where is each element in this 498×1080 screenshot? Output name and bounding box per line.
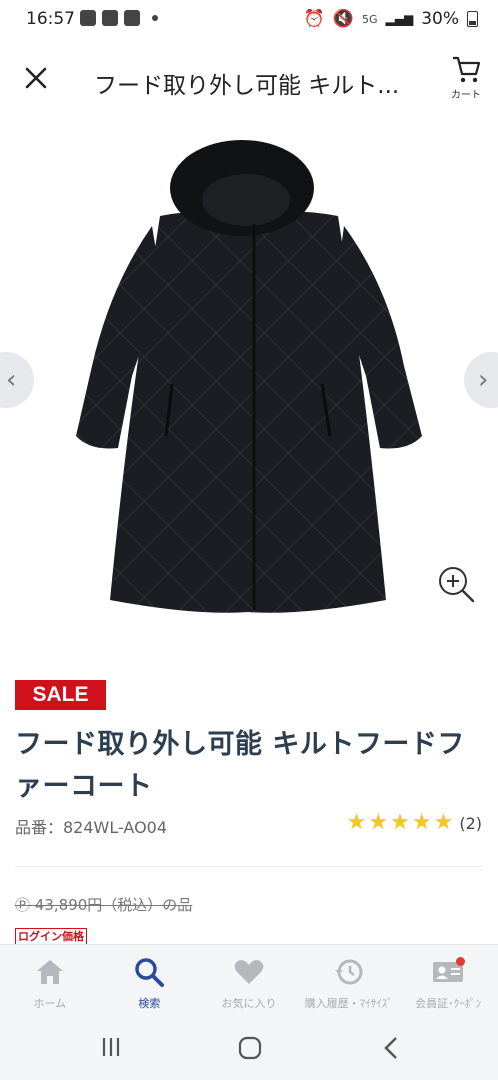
heart-icon [234, 960, 264, 984]
sale-badge: SALE [15, 680, 106, 710]
tab-label: 会員証･ｸｰﾎﾟﾝ [415, 997, 482, 1010]
cart-icon [453, 56, 481, 83]
tab-label: お気に入り [221, 997, 277, 1010]
cart-label: カート [451, 90, 481, 101]
mute-icon: 🔇 [332, 9, 354, 29]
recent-apps-icon [102, 1038, 120, 1056]
network-type: 5G [361, 12, 378, 26]
tab-favorites[interactable]: お気に入り [199, 945, 299, 1021]
alarm-icon: ⏰ [303, 9, 325, 29]
gu-app-icon [124, 10, 140, 26]
tab-member-card[interactable]: 会員証･ｸｰﾎﾟﾝ [398, 945, 498, 1021]
battery-percent: 30% [421, 9, 459, 29]
notification-icons [80, 10, 158, 26]
product-code: 品番：824WL-AO04 [15, 818, 168, 837]
star-icon: ★ [368, 810, 389, 835]
product-image-carousel[interactable]: ‹ › [0, 116, 498, 646]
star-icon: ★ [433, 810, 454, 835]
search-icon [135, 958, 165, 987]
tiktok-icon [102, 10, 118, 26]
tab-home[interactable]: ホーム [0, 945, 100, 1021]
close-button[interactable] [18, 60, 54, 96]
recent-apps-button[interactable] [100, 1036, 122, 1064]
review-rating[interactable]: ★ ★ ★ ★ ★ (2) [347, 810, 482, 836]
signal-icon: ▂▄▆ [385, 12, 414, 26]
system-nav-bar [0, 1020, 498, 1080]
star-icon: ★ [346, 810, 367, 835]
product-image [76, 140, 422, 613]
back-button[interactable] [382, 1036, 400, 1066]
chevron-right-icon: › [478, 365, 489, 395]
home-icon [36, 960, 63, 984]
home-system-button[interactable] [238, 1036, 262, 1066]
gallery-icon [80, 10, 96, 26]
back-chevron-icon [384, 1037, 397, 1059]
tab-label: ホーム [33, 997, 67, 1010]
price-tag-icon: Ⓟ [15, 896, 31, 914]
more-notifications-icon [152, 15, 158, 21]
original-price-text: 43,890円（税込）の品 [34, 896, 193, 914]
star-icon: ★ [411, 810, 432, 835]
header-title: フード取り外し可能 キルト... [94, 73, 400, 99]
status-right: ⏰ 🔇 5G ▂▄▆ 30% [304, 9, 478, 29]
status-time: 16:57 [26, 9, 75, 29]
zoom-button[interactable] [436, 564, 476, 604]
cart-button[interactable]: カート [446, 54, 486, 104]
history-icon [334, 959, 363, 985]
tab-search[interactable]: 検索 [100, 945, 200, 1021]
battery-icon [467, 11, 478, 27]
star-icon: ★ [390, 810, 410, 835]
status-bar: 16:57 ⏰ 🔇 5G ▂▄▆ 30% [0, 0, 498, 40]
divider [15, 866, 483, 867]
app-header: フード取り外し可能 キルト... カート [0, 40, 498, 116]
tab-history[interactable]: 購入履歴・ﾏｲｻｲｽﾞ [299, 945, 399, 1021]
bottom-tab-bar: ホーム 検索 お気に入り 購入履歴・ﾏｲｻｲｽﾞ 会員証･ｸｰﾎﾟﾝ [0, 944, 498, 1021]
review-count: (2) [459, 813, 482, 833]
close-icon [25, 67, 47, 89]
zoom-in-icon [439, 567, 475, 603]
home-circle-icon [238, 1036, 262, 1060]
original-price: Ⓟ 43,890円（税込）の品 [15, 894, 192, 915]
product-title: フード取り外し可能 キルトフードファーコート [15, 729, 465, 802]
tab-label: 検索 [138, 997, 161, 1010]
chevron-left-icon: ‹ [6, 365, 17, 395]
tab-label: 購入履歴・ﾏｲｻｲｽﾞ [304, 997, 393, 1010]
